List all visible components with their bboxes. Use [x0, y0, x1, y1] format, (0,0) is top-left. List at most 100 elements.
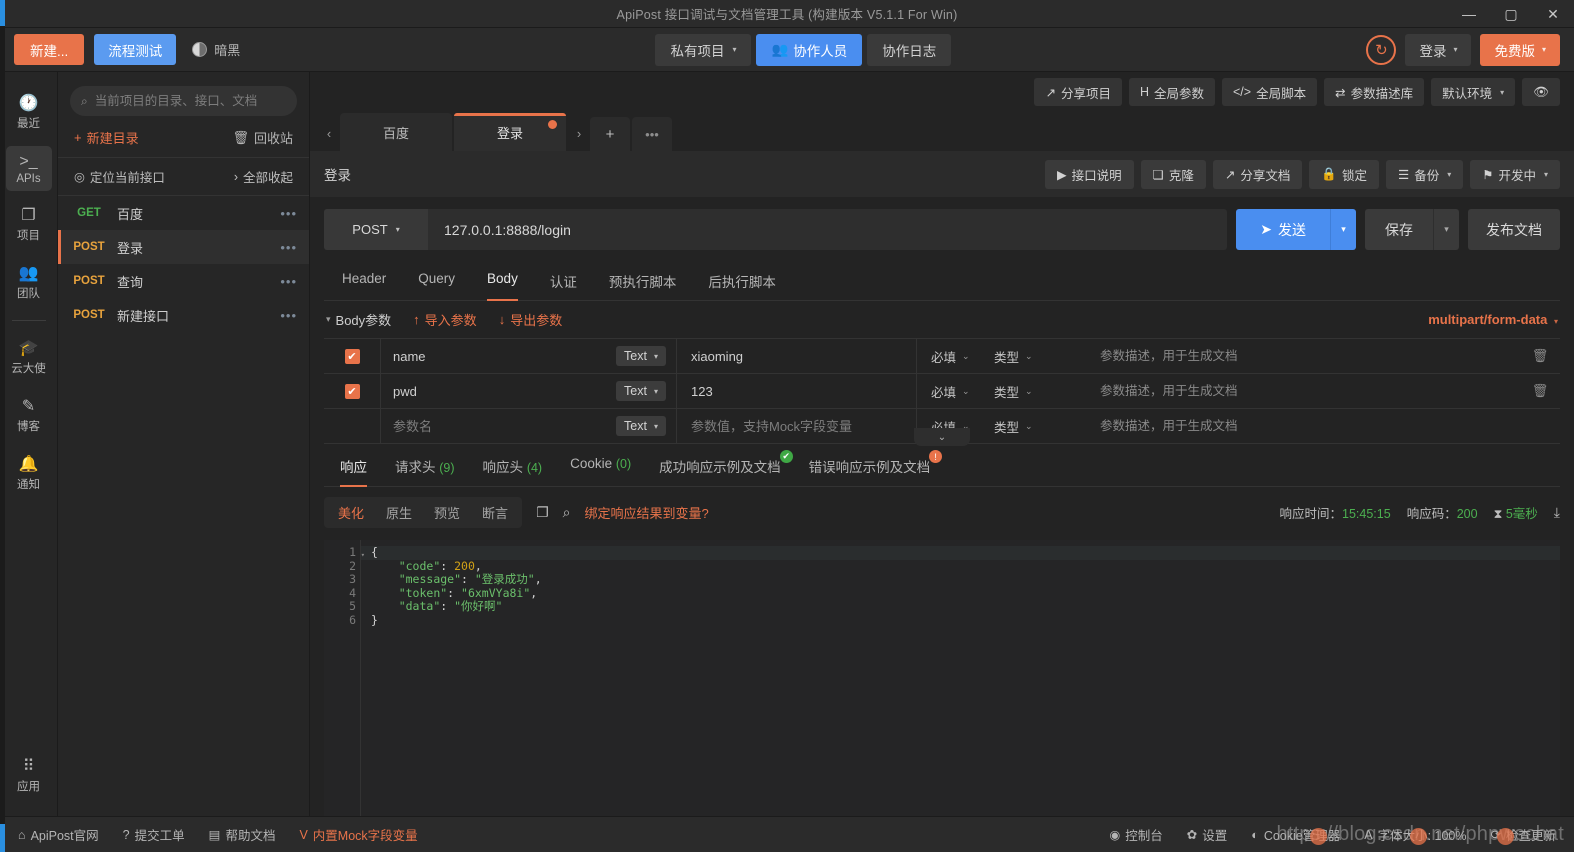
clone-button[interactable]: ❏ 克隆: [1140, 159, 1206, 189]
close-icon[interactable]: ✕: [1532, 0, 1574, 28]
download-icon[interactable]: ⤓: [1554, 504, 1560, 521]
more-options-icon[interactable]: •••: [280, 206, 297, 221]
export-params-button[interactable]: ↓ 导出参数: [499, 310, 563, 329]
param-checkbox[interactable]: [345, 419, 360, 434]
rail-item-team[interactable]: 👥 团队: [6, 258, 52, 307]
param-value-input[interactable]: [691, 418, 916, 434]
method-select[interactable]: POST ▾: [324, 209, 428, 250]
view-mode-beautify[interactable]: 美化: [327, 500, 375, 525]
submit-ticket-link[interactable]: ? 提交工单: [123, 825, 185, 844]
param-name-input[interactable]: [393, 348, 617, 364]
publish-doc-button[interactable]: 发布文档: [1468, 209, 1560, 250]
search-box[interactable]: ⌕: [70, 86, 297, 116]
flow-test-button[interactable]: 流程测试: [94, 34, 177, 65]
param-type-select[interactable]: Text ▾: [616, 346, 666, 366]
tab-baidu[interactable]: 百度: [340, 113, 452, 151]
minimize-icon[interactable]: —: [1448, 0, 1490, 28]
tab-query[interactable]: Query: [402, 264, 471, 300]
view-mode-assert[interactable]: 断言: [471, 500, 519, 525]
list-item[interactable]: GET 百度 •••: [58, 196, 309, 230]
rail-item-apps[interactable]: ⠿ 应用: [6, 751, 52, 800]
check-update-button[interactable]: ⟳ 检查更新: [1491, 825, 1557, 844]
param-type-select[interactable]: Text ▾: [616, 381, 666, 401]
param-required-select[interactable]: 必填 ⌄: [916, 339, 988, 373]
collab-log-button[interactable]: 协作日志: [867, 33, 952, 66]
search-icon[interactable]: ⌕: [563, 504, 571, 521]
share-project-button[interactable]: ↗ 分享项目: [1034, 78, 1122, 106]
cookie-manager-button[interactable]: ◐ Cookie管理器: [1251, 825, 1340, 844]
url-input[interactable]: [428, 209, 1228, 250]
more-options-icon[interactable]: •••: [280, 274, 297, 289]
tab-post-script[interactable]: 后执行脚本: [692, 264, 792, 300]
view-mode-preview[interactable]: 预览: [423, 500, 471, 525]
rail-item-project[interactable]: ❐ 项目: [6, 200, 52, 249]
login-button[interactable]: 登录 ▾: [1405, 33, 1472, 66]
delete-param-icon[interactable]: 🗑: [1520, 348, 1560, 364]
theme-toggle[interactable]: 暗黑: [192, 40, 240, 59]
global-params-button[interactable]: H 全局参数: [1128, 78, 1215, 106]
body-params-toggle[interactable]: ▾ Body参数: [326, 310, 391, 329]
share-doc-button[interactable]: ↗ 分享文档: [1212, 159, 1303, 189]
collapse-panel-button[interactable]: ⌄: [914, 428, 970, 446]
param-desc-input[interactable]: [1100, 419, 1520, 433]
rail-item-apis[interactable]: >_ APIs: [5, 146, 52, 191]
recycle-bin-button[interactable]: 🗑 回收站: [232, 128, 293, 147]
environment-preview-button[interactable]: 👁: [1522, 78, 1560, 106]
delete-param-icon[interactable]: 🗑: [1520, 383, 1560, 399]
refresh-icon[interactable]: ↻: [1366, 34, 1397, 65]
maximize-icon[interactable]: ▢: [1490, 0, 1532, 28]
rail-item-ambassador[interactable]: 🎓 云大使: [6, 333, 52, 382]
tab-response-headers[interactable]: 响应头 (4): [469, 448, 557, 486]
apipost-site-link[interactable]: ⌂ ApiPost官网: [18, 825, 99, 844]
param-desc-input[interactable]: [1100, 384, 1520, 398]
import-params-button[interactable]: ↑ 导入参数: [413, 310, 477, 329]
rail-item-blog[interactable]: ✎ 博客: [6, 391, 52, 440]
tab-header[interactable]: Header: [326, 264, 402, 300]
new-button[interactable]: 新建...: [14, 34, 85, 65]
list-item[interactable]: POST 新建接口 •••: [58, 298, 309, 332]
param-name-input[interactable]: [393, 383, 617, 399]
param-desc-input[interactable]: [1100, 349, 1520, 363]
tab-scroll-left[interactable]: ‹: [318, 126, 340, 151]
backup-button[interactable]: ☰ 备份 ▾: [1386, 159, 1464, 189]
lock-button[interactable]: 🔒 锁定: [1309, 159, 1379, 189]
new-tab-button[interactable]: +: [590, 117, 630, 151]
rail-item-notification[interactable]: 🔔 通知: [6, 449, 52, 498]
tab-success-example[interactable]: 成功响应示例及文档 ✔: [645, 448, 795, 486]
tab-response[interactable]: 响应: [326, 448, 381, 487]
api-description-button[interactable]: ▶ 接口说明: [1045, 159, 1134, 189]
tab-request-headers[interactable]: 请求头 (9): [381, 448, 469, 486]
tab-scroll-right[interactable]: ›: [568, 126, 590, 151]
more-options-icon[interactable]: •••: [280, 240, 297, 255]
tab-body[interactable]: Body: [471, 264, 534, 301]
tab-login[interactable]: 登录: [454, 113, 566, 151]
param-datatype-select[interactable]: 类型 ⌄: [988, 417, 1100, 436]
param-value-input[interactable]: [691, 348, 916, 364]
list-item[interactable]: POST 登录 •••: [58, 230, 309, 264]
global-script-button[interactable]: </> 全局脚本: [1222, 78, 1318, 106]
console-button[interactable]: ◉ 控制台: [1109, 825, 1162, 844]
param-type-select[interactable]: Text ▾: [616, 416, 666, 436]
tab-error-example[interactable]: 错误响应示例及文档 !: [795, 448, 945, 486]
tab-auth[interactable]: 认证: [534, 264, 593, 300]
param-required-select[interactable]: 必填 ⌄: [916, 374, 988, 408]
rail-item-recent[interactable]: 🕐 最近: [6, 88, 52, 137]
collapse-all-button[interactable]: › 全部收起: [234, 167, 293, 186]
locate-current-api-button[interactable]: ◎ 定位当前接口: [74, 167, 165, 186]
tab-pre-script[interactable]: 预执行脚本: [593, 264, 693, 300]
param-datatype-select[interactable]: 类型 ⌄: [988, 347, 1100, 366]
send-options-button[interactable]: ▾: [1330, 209, 1356, 250]
free-version-button[interactable]: 免费版 ▾: [1480, 33, 1560, 66]
environment-select[interactable]: 默认环境 ▾: [1431, 78, 1516, 106]
param-desc-lib-button[interactable]: ⇄ 参数描述库: [1324, 78, 1425, 106]
param-datatype-select[interactable]: 类型 ⌄: [988, 382, 1100, 401]
save-options-button[interactable]: ▾: [1433, 209, 1459, 250]
param-name-input[interactable]: [393, 418, 617, 434]
param-checkbox[interactable]: ✔: [344, 383, 360, 399]
content-type-select[interactable]: multipart/form-data ▾: [1428, 312, 1558, 327]
view-mode-raw[interactable]: 原生: [375, 500, 423, 525]
tab-more-button[interactable]: •••: [632, 117, 672, 151]
help-doc-link[interactable]: ▤ 帮助文档: [209, 825, 276, 844]
more-options-icon[interactable]: •••: [280, 308, 297, 323]
send-button[interactable]: ➤ 发送: [1236, 209, 1330, 250]
